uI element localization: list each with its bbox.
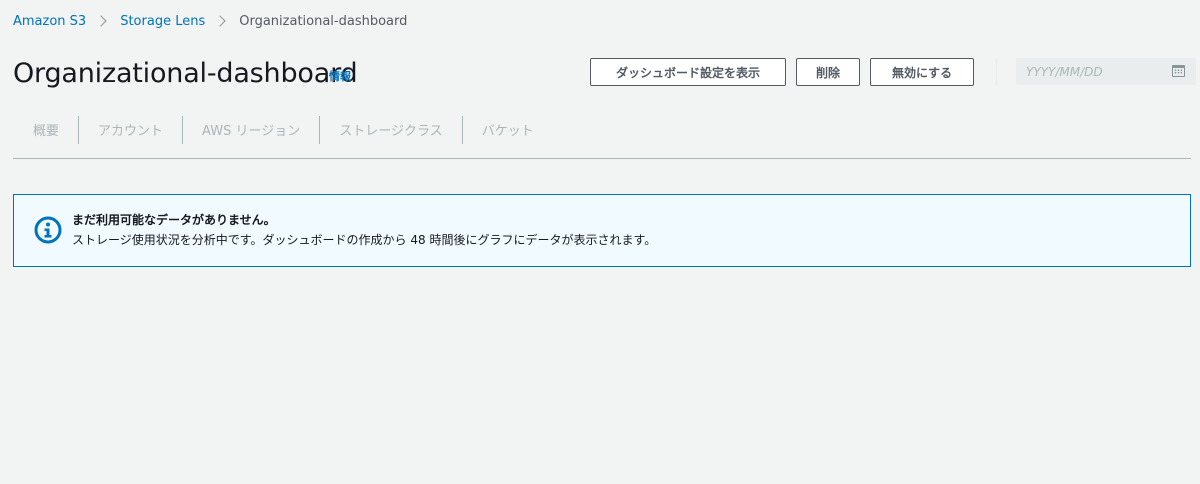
date-input[interactable] [1016,58,1196,85]
info-alert: まだ利用可能なデータがありません。 ストレージ使用状況を分析中です。ダッシュボー… [13,194,1191,267]
delete-button[interactable]: 削除 [796,58,860,86]
breadcrumb-current: Organizational-dashboard [239,13,408,29]
tab-list: 概要 アカウント AWS リージョン ストレージクラス バケット [13,112,1191,159]
chevron-right-icon [214,15,226,27]
info-icon [34,216,62,244]
breadcrumb-link-storage-lens[interactable]: Storage Lens [120,14,205,29]
info-link[interactable]: 情報 [329,68,351,84]
alert-title: まだ利用可能なデータがありません。 [72,213,276,227]
chevron-right-icon [95,15,107,27]
breadcrumb-link-amazon-s3[interactable]: Amazon S3 [13,14,86,29]
disable-button[interactable]: 無効にする [870,58,974,86]
calendar-icon[interactable] [1172,65,1185,77]
alert-message: ストレージ使用状況を分析中です。ダッシュボードの作成から 48 時間後にグラフに… [72,233,657,247]
tab-overview[interactable]: 概要 [13,112,78,146]
tab-aws-regions[interactable]: AWS リージョン [183,112,319,146]
header-divider [996,58,997,86]
tab-storage-classes[interactable]: ストレージクラス [320,112,461,146]
page-title: Organizational-dashboard [13,58,358,89]
breadcrumb: Amazon S3 Storage Lens Organizational-da… [13,11,407,31]
tab-buckets[interactable]: バケット [463,112,553,146]
tab-accounts[interactable]: アカウント [79,112,182,146]
view-dashboard-settings-button[interactable]: ダッシュボード設定を表示 [590,58,786,86]
